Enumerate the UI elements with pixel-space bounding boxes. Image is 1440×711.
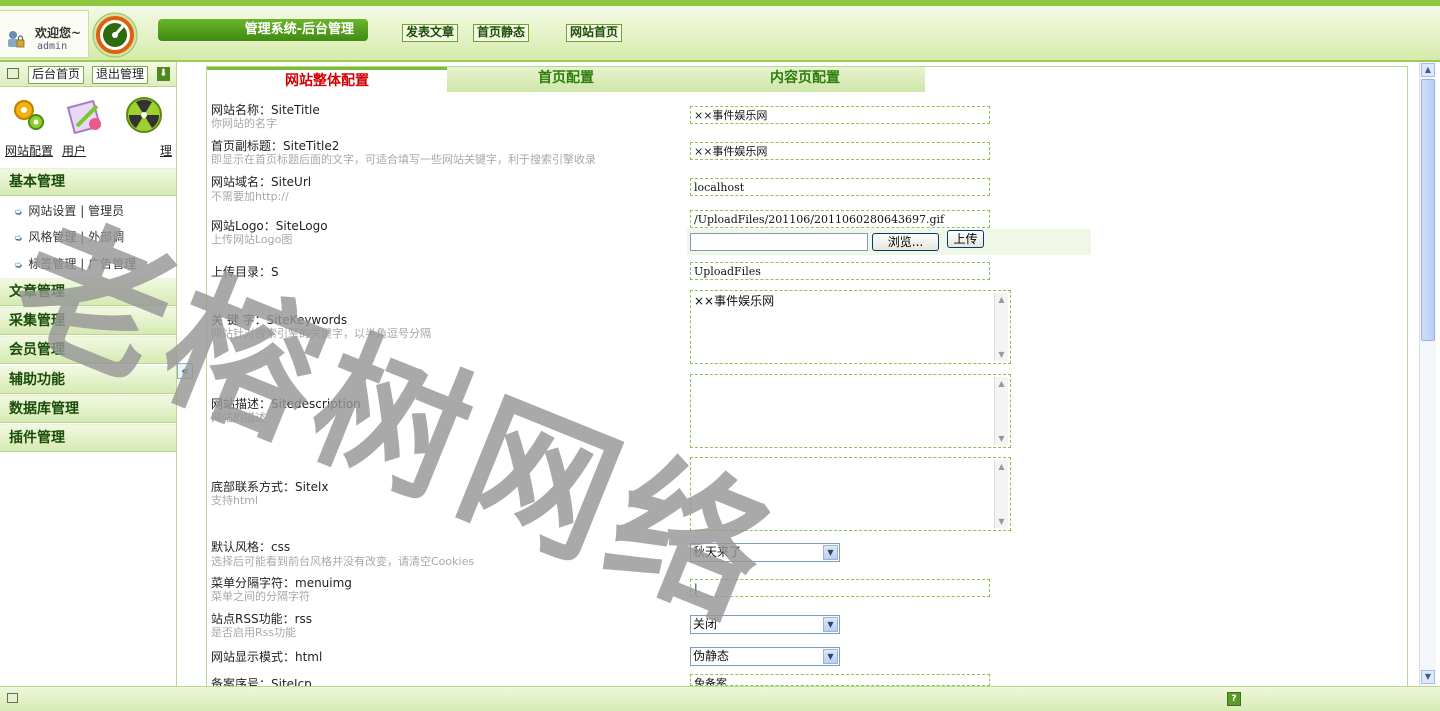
html-mode-label: 网站显示模式：html — [211, 650, 323, 664]
textarea-scrollbar[interactable]: ▲ ▼ — [994, 293, 1008, 361]
css-select[interactable]: 秋天来了 ▼ — [690, 543, 840, 562]
site-title2-desc: 即显示在首页标题后面的文字，可适合填写一些网站关键字，利于搜索引擎收录 — [211, 153, 596, 166]
sidebar: 后台首页 退出管理 ⬇ 网站配置 用户 理 基本管理 ➭ 网站设置 | 管理员 ➭… — [0, 62, 177, 686]
scrollbar-thumb[interactable] — [1421, 79, 1435, 341]
gears-icon[interactable] — [10, 96, 48, 134]
welcome-box: 欢迎您~ admin — [0, 10, 89, 58]
site-title-desc: 你网站的名字 — [211, 117, 277, 130]
top-accent-line — [0, 0, 1440, 6]
arrow-right-icon: ➭ — [14, 260, 23, 271]
username: admin — [37, 41, 68, 52]
scroll-down-icon[interactable]: ▼ — [1421, 670, 1435, 684]
page-scrollbar[interactable]: ▲ ▼ — [1419, 62, 1436, 686]
css-desc: 选择后可能看到前台风格并没有改变，请清空Cookies — [211, 555, 475, 568]
scroll-up-icon[interactable]: ▲ — [995, 293, 1008, 306]
scroll-down-icon[interactable]: ▼ — [995, 432, 1008, 445]
site-home-link[interactable]: 网站首页 — [566, 24, 623, 42]
sidebar-toolbar: 后台首页 退出管理 ⬇ — [0, 62, 176, 87]
file-input[interactable] — [690, 233, 868, 251]
calendar-icon[interactable] — [7, 693, 18, 703]
site-url-desc: 不需要加http:// — [211, 190, 289, 203]
arrow-right-icon: ➭ — [14, 233, 23, 244]
tab-content-config[interactable]: 内容页配置 — [685, 67, 925, 92]
radiation-icon[interactable] — [125, 96, 163, 134]
site-config-link[interactable]: 网站配置 — [5, 142, 53, 159]
collapse-sidebar-button[interactable]: « — [177, 363, 193, 379]
scroll-down-icon[interactable]: ▼ — [995, 515, 1008, 528]
site-title2-input[interactable]: ××事件娱乐网 — [690, 142, 990, 160]
section-member[interactable]: 会员管理 — [0, 336, 176, 364]
calendar-icon[interactable] — [7, 68, 19, 79]
description-textarea[interactable]: ▲ ▼ — [690, 374, 1011, 448]
chevron-down-icon[interactable]: ▼ — [823, 545, 838, 560]
section-assist[interactable]: 辅助功能 — [0, 366, 176, 394]
help-icon[interactable]: ? — [1227, 692, 1241, 706]
basic-item-1[interactable]: ➭ 网站设置 | 管理员 — [14, 202, 124, 219]
contact-textarea[interactable]: ▲ ▼ — [690, 457, 1011, 531]
upload-button[interactable]: 上传 — [947, 230, 984, 248]
section-basic[interactable]: 基本管理 — [0, 168, 176, 196]
scroll-down-icon[interactable]: ▼ — [995, 348, 1008, 361]
site-title-input[interactable]: ××事件娱乐网 — [690, 106, 990, 124]
site-logo-input[interactable]: /UploadFiles/201106/2011060280643697.gif — [690, 210, 990, 228]
manage-link[interactable]: 理 — [160, 142, 172, 159]
html-mode-select[interactable]: 伪静态 ▼ — [690, 647, 840, 666]
section-database[interactable]: 数据库管理 — [0, 395, 176, 423]
basic-item-2[interactable]: ➭ 风格管理 | 外部调 — [14, 228, 124, 245]
chevron-down-icon[interactable]: ▼ — [823, 649, 838, 664]
upload-dir-input[interactable]: UploadFiles — [690, 262, 990, 280]
logout-button[interactable]: 退出管理 — [92, 66, 149, 84]
menuimg-desc: 菜单之间的分隔字符 — [211, 590, 310, 603]
keywords-desc: 网站针对搜索引擎的关键字，以半角逗号分隔 — [211, 327, 431, 340]
post-article-link[interactable]: 发表文章 — [402, 24, 459, 42]
keywords-value: ××事件娱乐网 — [694, 294, 775, 308]
logo-icon — [92, 12, 138, 58]
basic-item-3[interactable]: ➭ 标签管理 | 广告管理 — [14, 255, 136, 272]
main-panel: 网站整体配置 首页配置 内容页配置 网站名称：SiteTitle 你网站的名字 … — [206, 66, 1408, 691]
browse-button[interactable]: 浏览... — [872, 233, 939, 251]
rss-select[interactable]: 关闭 ▼ — [690, 615, 840, 634]
section-plugin[interactable]: 插件管理 — [0, 424, 176, 452]
site-url-input[interactable]: localhost — [690, 178, 990, 196]
user-link[interactable]: 用户 — [62, 142, 86, 159]
textarea-scrollbar[interactable]: ▲ ▼ — [994, 460, 1008, 528]
chevron-down-icon[interactable]: ▼ — [823, 617, 838, 632]
contact-desc: 支持html — [211, 494, 259, 507]
scroll-up-icon[interactable]: ▲ — [995, 460, 1008, 473]
scroll-up-icon[interactable]: ▲ — [1421, 63, 1435, 77]
keywords-textarea[interactable]: ××事件娱乐网 ▲ ▼ — [690, 290, 1011, 364]
menuimg-input[interactable]: | — [690, 579, 990, 597]
welcome-text: 欢迎您~ — [35, 26, 82, 40]
tab-bar-filler — [925, 67, 1407, 93]
system-title: 管理系统-后台管理 — [158, 19, 368, 41]
description-desc: 网站的描述 — [211, 411, 266, 424]
textarea-scrollbar[interactable]: ▲ ▼ — [994, 377, 1008, 445]
rss-desc: 是否启用Rss功能 — [211, 626, 297, 639]
status-bar: ? — [0, 686, 1440, 711]
scroll-up-icon[interactable]: ▲ — [995, 377, 1008, 390]
user-tools-icon[interactable] — [67, 96, 105, 134]
user-lock-icon — [8, 31, 25, 48]
tab-home-config[interactable]: 首页配置 — [447, 67, 686, 92]
upload-dir-label: 上传目录：S — [211, 265, 279, 279]
icp-input[interactable]: 免备案 — [690, 674, 990, 686]
arrow-down-icon[interactable]: ⬇ — [157, 67, 170, 81]
section-article[interactable]: 文章管理 — [0, 278, 176, 306]
admin-home-button[interactable]: 后台首页 — [28, 66, 85, 84]
arrow-right-icon: ➭ — [14, 207, 23, 218]
site-logo-desc: 上传网站Logo图 — [211, 233, 293, 246]
tab-site-config[interactable]: 网站整体配置 — [207, 67, 448, 92]
static-home-link[interactable]: 首页静态 — [473, 24, 530, 42]
top-header: 欢迎您~ admin 管理系统-后台管理 发表文章 首页静态 网站首页 — [0, 0, 1440, 62]
section-collect[interactable]: 采集管理 — [0, 307, 176, 335]
